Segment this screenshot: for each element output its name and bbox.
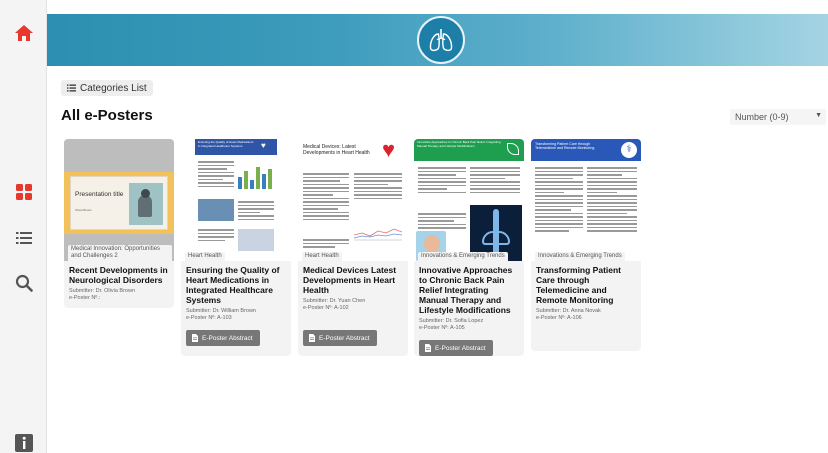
poster-submitter: Submitter: Dr. Olivia Brown — [69, 288, 136, 294]
e-poster-abstract-label: E-Poster Abstract — [202, 334, 253, 342]
poster-submitter: Submitter: Dr. William Brown — [186, 308, 256, 314]
poster-submitter: Submitter: Dr. Yuan Chen — [303, 298, 366, 304]
home-icon[interactable] — [13, 22, 35, 44]
thumb-title: Transforming Patient Care through Teleme… — [535, 142, 595, 151]
sort-select[interactable]: Number (0-9) ▼ — [730, 109, 826, 125]
list-view-icon[interactable] — [13, 227, 35, 249]
list-icon — [67, 84, 76, 92]
header-banner — [47, 14, 828, 66]
category-tag: Heart Health — [185, 252, 225, 261]
leaf-icon — [507, 143, 519, 155]
page-title: All e-Posters — [61, 107, 153, 124]
poster-number: e-Poster Nº: A-103 — [186, 315, 232, 321]
caduceus-icon: ⚕ — [621, 142, 637, 158]
category-tag: Heart Health — [302, 252, 342, 261]
poster-number: e-Poster Nº.: — [69, 295, 101, 301]
poster-number: e-Poster Nº: A-105 — [419, 325, 465, 331]
poster-card[interactable]: Transforming Patient Care through Teleme… — [531, 139, 641, 351]
poster-thumbnail[interactable]: Innovative Approaches to Chronic Back Pa… — [414, 139, 524, 261]
poster-title[interactable]: Innovative Approaches to Chronic Back Pa… — [419, 265, 519, 315]
poster-thumbnail[interactable]: Ensuring the Quality of Heart Medication… — [181, 139, 291, 261]
e-poster-abstract-button[interactable]: E-Poster Abstract — [303, 330, 377, 346]
poster-submitter: Submitter: Dr. Sofia Lopez — [419, 318, 484, 324]
poster-title[interactable]: Ensuring the Quality of Heart Medication… — [186, 265, 286, 305]
poster-card[interactable]: Presentation title Olivia Brown Medical … — [64, 139, 174, 308]
poster-card[interactable]: Innovative Approaches to Chronic Back Pa… — [414, 139, 524, 356]
poster-number: e-Poster Nº: A-102 — [303, 305, 349, 311]
thumb-subtitle: Olivia Brown — [75, 208, 92, 212]
thumb-title: Presentation title — [75, 191, 124, 198]
heart-icon: ♥ — [382, 139, 396, 162]
e-poster-abstract-label: E-Poster Abstract — [319, 334, 370, 342]
search-icon[interactable] — [13, 272, 35, 294]
document-icon — [309, 334, 315, 342]
category-tag: Innovations & Emerging Trends — [535, 252, 625, 261]
grid-view-icon[interactable] — [13, 181, 35, 203]
category-tag: Medical Innovation: Opportunities and Ch… — [68, 245, 172, 261]
document-icon — [192, 334, 198, 342]
poster-number: e-Poster Nº: A-106 — [536, 315, 582, 321]
categories-list-label: Categories List — [80, 82, 147, 94]
poster-card[interactable]: Ensuring the Quality of Heart Medication… — [181, 139, 291, 356]
e-poster-abstract-button[interactable]: E-Poster Abstract — [186, 330, 260, 346]
poster-title[interactable]: Transforming Patient Care through Teleme… — [536, 265, 636, 305]
thumb-title: Ensuring the Quality of Heart Medication… — [198, 140, 254, 148]
thumb-title: Innovative Approaches to Chronic Back Pa… — [417, 140, 501, 148]
chevron-down-icon: ▼ — [815, 112, 822, 119]
poster-thumbnail[interactable]: Transforming Patient Care through Teleme… — [531, 139, 641, 261]
thumb-title: Medical Devices: Latest Developments in … — [303, 144, 370, 156]
info-icon[interactable] — [13, 432, 35, 453]
poster-title[interactable]: Recent Developments in Neurological Diso… — [69, 265, 169, 285]
lungs-icon — [417, 16, 465, 64]
poster-thumbnail[interactable]: Medical Devices: Latest Developments in … — [298, 139, 408, 261]
categories-list-button[interactable]: Categories List — [61, 80, 153, 96]
e-poster-abstract-label: E-Poster Abstract — [435, 344, 486, 352]
heart-icon: ♥ — [261, 141, 266, 150]
sidebar — [0, 0, 47, 453]
document-icon — [425, 344, 431, 352]
sort-selected-value: Number (0-9) — [735, 112, 789, 122]
poster-card[interactable]: Medical Devices: Latest Developments in … — [298, 139, 408, 356]
category-tag: Innovations & Emerging Trends — [418, 252, 508, 261]
app-root: Categories List All e-Posters Number (0-… — [0, 0, 828, 453]
e-poster-abstract-button[interactable]: E-Poster Abstract — [419, 340, 493, 356]
poster-submitter: Submitter: Dr. Anna Novak — [536, 308, 601, 314]
poster-thumbnail[interactable]: Presentation title Olivia Brown Medical … — [64, 139, 174, 261]
poster-title[interactable]: Medical Devices Latest Developments in H… — [303, 265, 403, 295]
